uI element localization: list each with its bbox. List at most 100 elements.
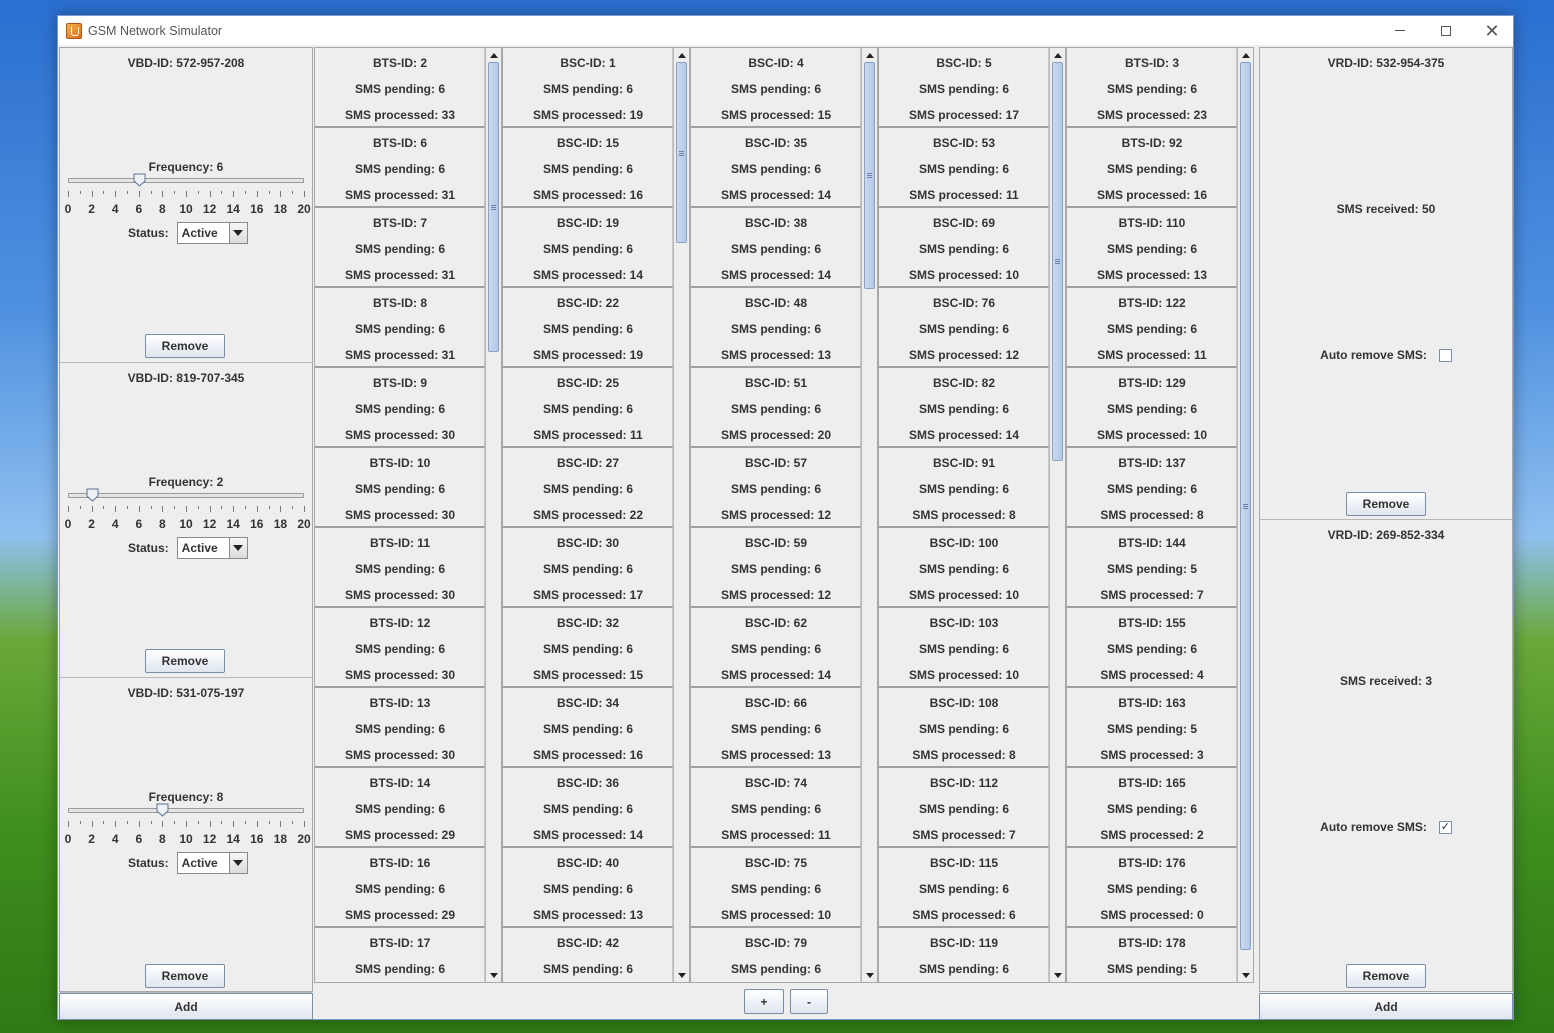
- node-id-label: BSC-ID: 25: [556, 376, 619, 390]
- scroll-up-button[interactable]: [1238, 48, 1253, 62]
- vertical-scrollbar[interactable]: [673, 48, 689, 982]
- vertical-scrollbar[interactable]: [485, 48, 501, 982]
- status-dropdown[interactable]: Active: [176, 852, 248, 874]
- remove-vbd-button[interactable]: Remove: [145, 334, 225, 358]
- scroll-down-button[interactable]: [486, 968, 501, 982]
- sms-processed-label: SMS processed: 31: [344, 348, 456, 362]
- scrollbar-grip: [867, 173, 872, 179]
- remove-layer-button[interactable]: -: [790, 989, 828, 1014]
- sms-pending-label: SMS pending: 6: [919, 642, 1009, 656]
- frequency-slider-track[interactable]: [68, 493, 304, 498]
- node-id-label: BSC-ID: 59: [744, 536, 807, 550]
- node-id-label: BSC-ID: 35: [744, 136, 807, 150]
- scroll-up-button[interactable]: [1050, 48, 1065, 62]
- title-bar[interactable]: GSM Network Simulator ✕: [58, 16, 1513, 45]
- node-id-label: BSC-ID: 34: [556, 696, 619, 710]
- add-layer-button[interactable]: +: [744, 989, 784, 1014]
- slider-tick-label: 4: [111, 202, 119, 216]
- scroll-down-button[interactable]: [674, 968, 689, 982]
- node-card: BSC-ID: 79 SMS pending: 6: [691, 928, 861, 982]
- node-id-label: BSC-ID: 75: [744, 856, 807, 870]
- scrollbar-thumb[interactable]: [864, 62, 875, 289]
- scrollbar-thumb[interactable]: [488, 62, 499, 352]
- node-id-label: BSC-ID: 57: [744, 456, 807, 470]
- scroll-down-button[interactable]: [1050, 968, 1065, 982]
- node-card: BSC-ID: 25 SMS pending: 6 SMS processed: 1…: [503, 368, 673, 448]
- chevron-down-icon: [233, 860, 244, 866]
- close-button[interactable]: ✕: [1469, 16, 1515, 45]
- dropdown-button[interactable]: [228, 853, 247, 873]
- vertical-scrollbar[interactable]: [1049, 48, 1065, 982]
- dropdown-button[interactable]: [228, 223, 247, 243]
- slider-tick: [292, 506, 294, 509]
- node-column: BSC-ID: 5 SMS pending: 6 SMS processed: 17…: [878, 47, 1066, 983]
- maximize-button[interactable]: [1423, 16, 1469, 45]
- checkmark-icon: ✓: [1440, 820, 1450, 833]
- frequency-slider-thumb[interactable]: [86, 488, 99, 502]
- node-column: BSC-ID: 1 SMS pending: 6 SMS processed: 19…: [502, 47, 690, 983]
- frequency-slider-track[interactable]: [68, 808, 304, 813]
- scroll-down-button[interactable]: [862, 968, 877, 982]
- frequency-slider-thumb[interactable]: [156, 803, 169, 817]
- status-dropdown[interactable]: Active: [176, 222, 248, 244]
- scroll-down-button[interactable]: [1238, 968, 1253, 982]
- remove-vrd-button[interactable]: Remove: [1346, 492, 1426, 516]
- node-id-label: BSC-ID: 42: [556, 936, 619, 950]
- vbd-panel-list: VBD-ID: 572-957-208 Frequency: 6 0 2 4 6 8 10 12…: [59, 47, 313, 993]
- dropdown-button[interactable]: [228, 538, 247, 558]
- sms-pending-label: SMS pending: 6: [543, 722, 633, 736]
- auto-remove-label: Auto remove SMS:: [1320, 820, 1427, 834]
- remove-vbd-button[interactable]: Remove: [145, 649, 225, 673]
- node-id-label: BTS-ID: 122: [1118, 296, 1186, 310]
- node-id-label: BSC-ID: 22: [556, 296, 619, 310]
- auto-remove-checkbox[interactable]: ✓: [1438, 820, 1452, 834]
- minimize-button[interactable]: [1377, 16, 1423, 45]
- add-vrd-button[interactable]: Add: [1259, 993, 1513, 1020]
- slider-tick: [304, 821, 305, 827]
- slider-tick: [292, 821, 294, 824]
- sms-processed-label: SMS processed: 30: [344, 428, 456, 442]
- node-card: BSC-ID: 91 SMS pending: 6 SMS processed: 8: [879, 448, 1049, 528]
- node-card: BTS-ID: 16 SMS pending: 6 SMS processed: 2…: [315, 848, 485, 928]
- sms-processed-label: SMS processed: 3: [1100, 748, 1204, 762]
- sms-pending-label: SMS pending: 6: [919, 802, 1009, 816]
- slider-tick: [150, 821, 152, 824]
- slider-tick-label: 16: [250, 517, 264, 531]
- frequency-slider-track[interactable]: [68, 178, 304, 183]
- frequency-label: Frequency: 2: [148, 475, 224, 489]
- slider-tick: [68, 191, 69, 197]
- add-vbd-button[interactable]: Add: [59, 993, 313, 1020]
- remove-vbd-button[interactable]: Remove: [145, 964, 225, 988]
- vertical-scrollbar[interactable]: [1237, 48, 1253, 982]
- auto-remove-checkbox[interactable]: [1438, 348, 1452, 362]
- frequency-slider-thumb[interactable]: [133, 173, 146, 187]
- scrollbar-thumb[interactable]: [1052, 62, 1063, 461]
- sms-pending-label: SMS pending: 6: [1107, 82, 1197, 96]
- sms-processed-label: SMS processed: 7: [912, 828, 1016, 842]
- node-id-label: BSC-ID: 53: [932, 136, 995, 150]
- scroll-up-button[interactable]: [674, 48, 689, 62]
- node-id-label: BTS-ID: 129: [1118, 376, 1186, 390]
- node-card: BTS-ID: 176 SMS pending: 6 SMS processed: …: [1067, 848, 1237, 928]
- node-card: BTS-ID: 11 SMS pending: 6 SMS processed: 3…: [315, 528, 485, 608]
- scroll-up-button[interactable]: [862, 48, 877, 62]
- node-id-label: BTS-ID: 13: [369, 696, 431, 710]
- sms-processed-label: SMS processed: 19: [532, 348, 644, 362]
- scrollbar-thumb[interactable]: [1240, 62, 1251, 950]
- sms-pending-label: SMS pending: 6: [355, 162, 445, 176]
- slider-tick-label: 18: [273, 202, 288, 216]
- node-id-label: BSC-ID: 62: [744, 616, 807, 630]
- node-card: BTS-ID: 10 SMS pending: 6 SMS processed: 3…: [315, 448, 485, 528]
- sms-pending-label: SMS pending: 6: [543, 402, 633, 416]
- vertical-scrollbar[interactable]: [861, 48, 877, 982]
- slider-tick-label: 8: [159, 517, 166, 531]
- remove-vrd-button[interactable]: Remove: [1346, 964, 1426, 988]
- node-id-label: BSC-ID: 48: [744, 296, 807, 310]
- slider-tick: [68, 506, 69, 512]
- chevron-down-icon: [233, 545, 244, 551]
- frequency-slider-ticks: [68, 506, 305, 512]
- scrollbar-thumb[interactable]: [676, 62, 687, 244]
- scroll-up-button[interactable]: [486, 48, 501, 62]
- status-dropdown[interactable]: Active: [176, 537, 248, 559]
- status-value: Active: [181, 226, 218, 240]
